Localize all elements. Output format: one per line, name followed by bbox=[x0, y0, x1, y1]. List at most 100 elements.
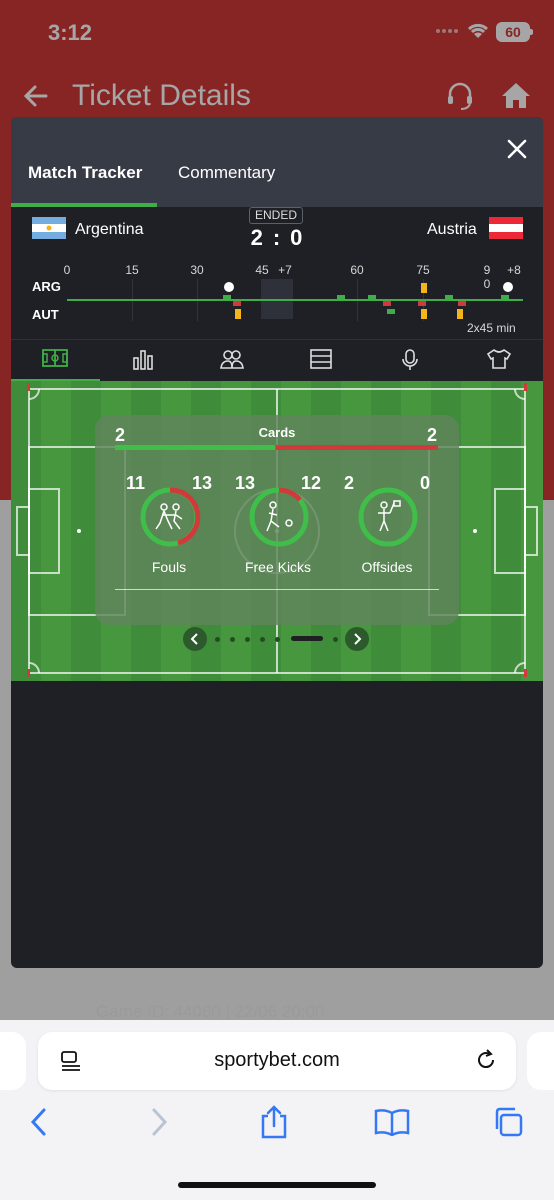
goal-icon bbox=[224, 282, 234, 292]
card-divider bbox=[115, 589, 439, 590]
game-id-text: Game ID: 44080 | 22/06 20:00 bbox=[96, 1002, 325, 1021]
substitution-marker bbox=[368, 295, 376, 300]
page-dot[interactable] bbox=[230, 637, 235, 642]
timeline-tick: 0 bbox=[483, 277, 491, 291]
page-title: Ticket Details bbox=[72, 79, 251, 112]
home-team-name: Argentina bbox=[75, 221, 144, 238]
chevron-right-icon bbox=[354, 633, 362, 645]
tab-match-tracker[interactable]: Match Tracker bbox=[28, 163, 142, 183]
away-abbr: AUT bbox=[32, 307, 59, 322]
event-marker bbox=[418, 301, 426, 306]
tab-lineups[interactable] bbox=[188, 348, 276, 374]
timeline-tick: +8 bbox=[507, 263, 521, 277]
event-marker bbox=[233, 301, 241, 306]
tab-stats[interactable] bbox=[99, 348, 187, 374]
fouls-ring-icon bbox=[140, 487, 201, 547]
free-kicks-ring-icon bbox=[249, 487, 309, 547]
tab-pitch[interactable] bbox=[11, 348, 99, 374]
microphone-icon bbox=[402, 349, 418, 370]
offsides-home: 2 bbox=[344, 473, 355, 493]
match-timeline: 0 15 30 45 +7 60 75 9 0 +8 ARG AUT 2x45 … bbox=[11, 257, 543, 339]
previous-tab-preview[interactable] bbox=[0, 1032, 26, 1090]
stat-fouls: 11 13 Fouls bbox=[114, 473, 224, 585]
offsides-ring-icon bbox=[358, 487, 418, 547]
tab-kits[interactable] bbox=[455, 348, 543, 374]
stats-card: 2 Cards 2 11 13 Fouls 13 12 Free Kicks 2… bbox=[95, 415, 459, 625]
offsides-label: Offsides bbox=[361, 559, 413, 575]
yellow-card-icon bbox=[421, 309, 427, 319]
cards-home-bar bbox=[115, 445, 275, 450]
page-dot[interactable] bbox=[260, 637, 265, 642]
timeline-line bbox=[67, 299, 523, 301]
page-dot[interactable] bbox=[245, 637, 250, 642]
table-icon bbox=[310, 349, 332, 369]
next-page-button[interactable] bbox=[345, 627, 369, 651]
page-dot-active bbox=[291, 636, 323, 641]
timeline-tick: 9 bbox=[483, 263, 491, 277]
modal-tab-bar: Match Tracker Commentary bbox=[11, 117, 543, 207]
match-score: 2:0 bbox=[241, 225, 313, 251]
lineups-icon bbox=[220, 350, 244, 369]
browser-bottom-bar: sportybet.com bbox=[0, 1020, 554, 1200]
scoreboard: Argentina ENDED 2:0 Austria bbox=[11, 207, 543, 257]
match-tracker-modal: Match Tracker Commentary Argentina ENDED… bbox=[11, 117, 543, 968]
match-status-badge: ENDED bbox=[249, 207, 303, 224]
browser-forward-icon[interactable] bbox=[148, 1106, 170, 1138]
browser-back-icon[interactable] bbox=[28, 1106, 50, 1138]
tab-table[interactable] bbox=[277, 348, 365, 374]
yellow-card-icon bbox=[235, 309, 241, 319]
next-tab-preview[interactable] bbox=[527, 1032, 554, 1090]
prev-page-button[interactable] bbox=[183, 627, 207, 651]
goal-icon bbox=[503, 282, 513, 292]
page-dot[interactable] bbox=[215, 637, 220, 642]
bookmarks-icon[interactable] bbox=[374, 1108, 410, 1136]
free-kicks-label: Free Kicks bbox=[244, 559, 312, 575]
address-bar[interactable]: sportybet.com bbox=[38, 1032, 516, 1090]
stats-pager bbox=[183, 627, 373, 651]
cards-label: Cards bbox=[258, 425, 296, 440]
austria-flag-icon bbox=[489, 217, 523, 239]
timeline-tick: 75 bbox=[416, 263, 430, 277]
page-dot[interactable] bbox=[333, 637, 338, 642]
page-dot[interactable] bbox=[275, 637, 280, 642]
substitution-marker bbox=[387, 309, 395, 314]
substitution-marker bbox=[337, 295, 345, 300]
away-team-name: Austria bbox=[427, 221, 477, 238]
shirt-icon bbox=[486, 349, 512, 369]
cards-away-count: 2 bbox=[426, 425, 437, 445]
timeline-tick: 0 bbox=[63, 263, 71, 277]
fouls-label: Fouls bbox=[151, 559, 187, 575]
pitch-icon bbox=[42, 349, 68, 367]
cards-away-bar bbox=[276, 445, 438, 450]
back-arrow-icon[interactable] bbox=[22, 82, 50, 110]
tabs-icon[interactable] bbox=[492, 1106, 524, 1138]
reload-icon[interactable] bbox=[474, 1048, 498, 1072]
home-score: 2 bbox=[250, 225, 264, 250]
event-marker bbox=[501, 295, 509, 300]
away-score: 0 bbox=[290, 225, 304, 250]
headset-icon[interactable] bbox=[444, 80, 476, 112]
stat-offsides: 2 0 Offsides bbox=[332, 473, 442, 585]
status-time: 3:12 bbox=[48, 20, 93, 45]
url-text: sportybet.com bbox=[214, 1049, 340, 1071]
close-icon[interactable] bbox=[505, 137, 529, 161]
stats-icon bbox=[133, 350, 153, 370]
signal-icon bbox=[436, 29, 464, 37]
yellow-card-icon bbox=[421, 283, 427, 293]
battery-icon: 60 bbox=[496, 22, 533, 42]
tab-commentary[interactable]: Commentary bbox=[178, 163, 275, 183]
match-duration: 2x45 min bbox=[467, 321, 516, 335]
event-marker bbox=[383, 301, 391, 306]
timeline-tick: 45 bbox=[255, 263, 269, 277]
home-icon[interactable] bbox=[500, 80, 532, 110]
event-marker bbox=[223, 295, 231, 300]
chevron-left-icon bbox=[190, 633, 198, 645]
wifi-icon bbox=[467, 23, 489, 38]
stat-free-kicks: 13 12 Free Kicks bbox=[223, 473, 333, 585]
share-icon[interactable] bbox=[258, 1104, 290, 1140]
score-separator: : bbox=[272, 225, 282, 250]
home-indicator bbox=[178, 1182, 376, 1188]
timeline-tick: 60 bbox=[350, 263, 364, 277]
tab-commentary-audio[interactable] bbox=[366, 348, 454, 374]
home-abbr: ARG bbox=[32, 279, 61, 294]
